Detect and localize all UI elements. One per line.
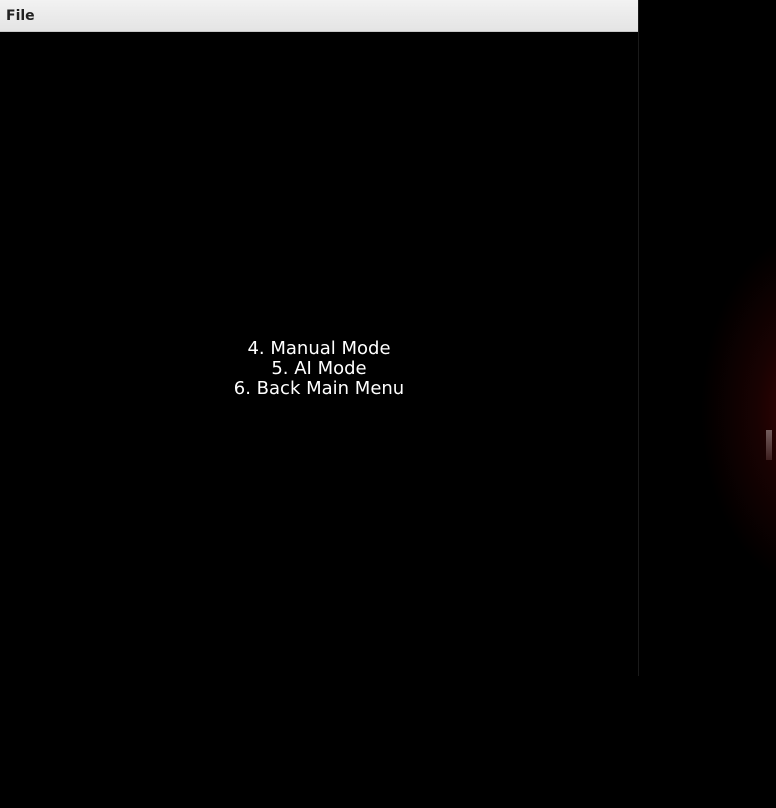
option-ai-mode[interactable]: 5. AI Mode (0, 359, 638, 379)
desktop-background: File 4. Manual Mode 5. AI Mode 6. Back M… (0, 0, 776, 808)
menubar: File (0, 0, 638, 32)
option-manual-mode[interactable]: 4. Manual Mode (0, 339, 638, 359)
mode-menu: 4. Manual Mode 5. AI Mode 6. Back Main M… (0, 339, 638, 399)
game-window: File 4. Manual Mode 5. AI Mode 6. Back M… (0, 0, 639, 676)
game-canvas[interactable]: 4. Manual Mode 5. AI Mode 6. Back Main M… (0, 32, 638, 676)
background-red-glow (700, 230, 776, 590)
file-menu[interactable]: File (6, 8, 35, 24)
background-spark (766, 430, 772, 460)
option-back-main-menu[interactable]: 6. Back Main Menu (0, 379, 638, 399)
